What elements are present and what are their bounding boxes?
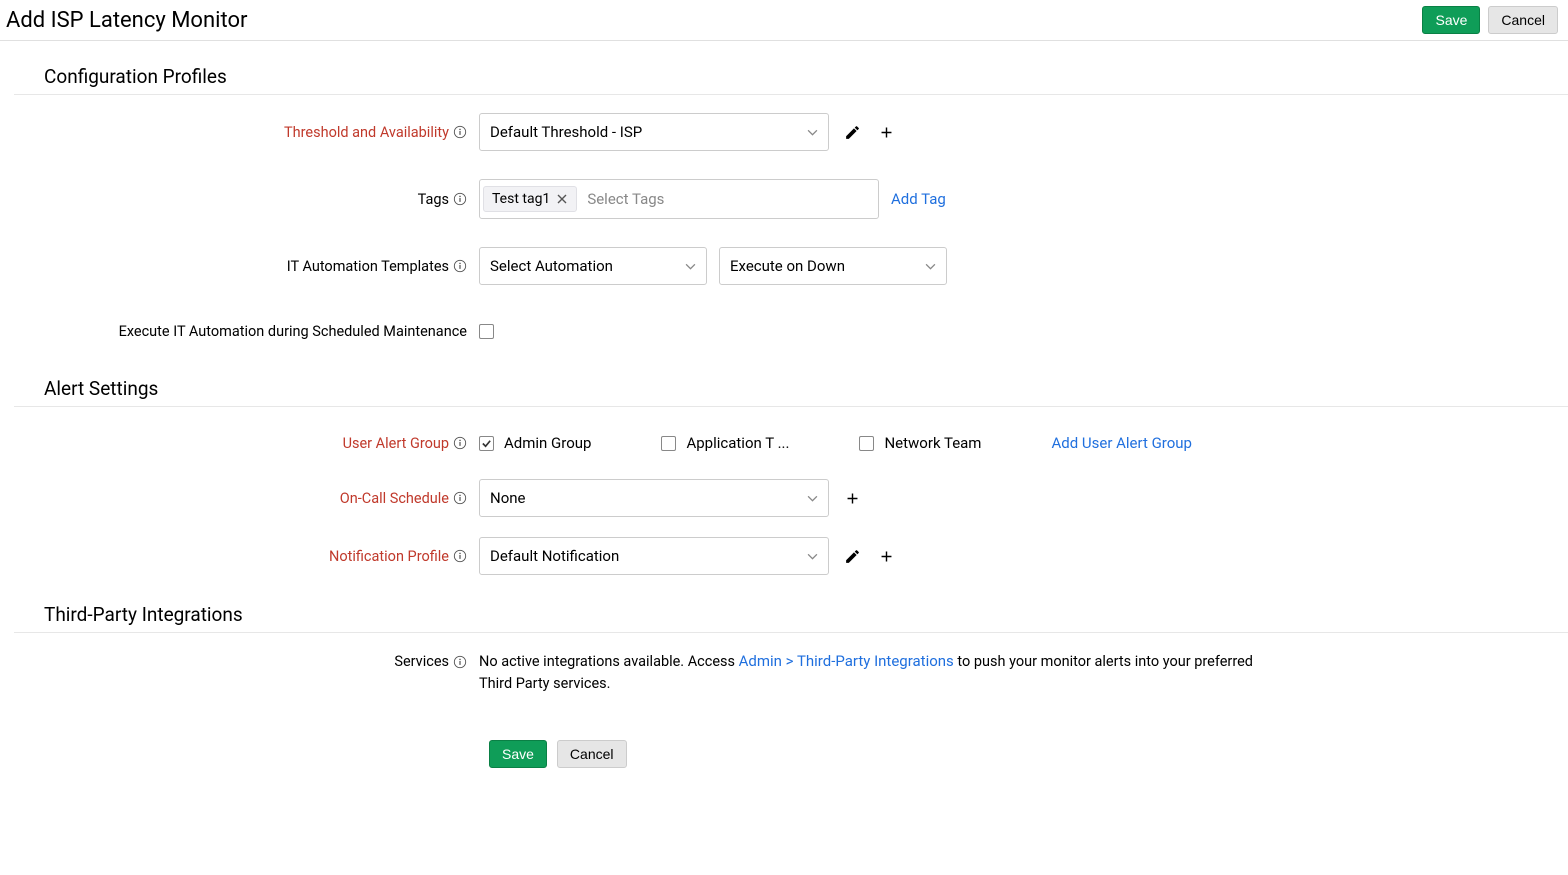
chevron-down-icon [685,261,696,272]
automation-label-text: IT Automation Templates [287,258,449,275]
oncall-select[interactable]: None [479,479,829,517]
services-text: No active integrations available. Access… [479,651,1259,694]
group-network: Network Team [859,434,981,452]
group-admin: Admin Group [479,434,591,452]
tags-controls: Test tag1 Select Tags Add Tag [479,179,1562,219]
exec-maintenance-label: Execute IT Automation during Scheduled M… [44,323,479,340]
header-actions: Save Cancel [1422,6,1558,34]
info-icon[interactable] [453,655,467,669]
chevron-down-icon [925,261,936,272]
chevron-down-icon [807,127,818,138]
network-group-label: Network Team [884,434,981,452]
info-icon[interactable] [453,436,467,450]
edit-threshold-button[interactable] [841,121,863,143]
edit-notification-profile-button[interactable] [841,545,863,567]
oncall-controls: None [479,479,1562,517]
oncall-label: On-Call Schedule [44,490,479,507]
services-label-text: Services [394,653,449,670]
info-icon[interactable] [453,549,467,563]
row-user-alert-group: User Alert Group Admin Group Application… [44,425,1562,461]
notification-profile-label: Notification Profile [44,548,479,565]
application-group-label: Application T ... [686,434,789,452]
row-services: Services No active integrations availabl… [44,651,1562,694]
section-alert-settings: Alert Settings [44,377,1562,400]
threshold-select[interactable]: Default Threshold - ISP [479,113,829,151]
chevron-down-icon [807,551,818,562]
row-tags: Tags Test tag1 Select Tags Add Tag [44,179,1562,219]
row-threshold: Threshold and Availability Default Thres… [44,113,1562,151]
user-alert-group-label-text: User Alert Group [343,435,449,452]
threshold-select-value: Default Threshold - ISP [490,123,642,141]
tags-placeholder: Select Tags [581,190,664,208]
chevron-down-icon [807,493,818,504]
tags-label: Tags [44,191,479,208]
user-alert-group-label: User Alert Group [44,435,479,452]
automation-trigger-value: Execute on Down [730,257,845,275]
row-automation: IT Automation Templates Select Automatio… [44,247,1562,285]
divider [14,632,1568,633]
tag-chip: Test tag1 [483,186,577,212]
admin-group-label: Admin Group [504,434,591,452]
notification-profile-select[interactable]: Default Notification [479,537,829,575]
application-group-checkbox[interactable] [661,436,676,451]
automation-label: IT Automation Templates [44,258,479,275]
threshold-label-text: Threshold and Availability [284,124,449,141]
automation-select-value: Select Automation [490,257,613,275]
section-third-party: Third-Party Integrations [44,603,1562,626]
info-icon[interactable] [453,125,467,139]
info-icon[interactable] [453,259,467,273]
cancel-button[interactable]: Cancel [1488,6,1558,34]
row-oncall: On-Call Schedule None [44,479,1562,517]
add-oncall-button[interactable] [841,487,863,509]
content-area: Configuration Profiles Threshold and Ava… [0,65,1568,788]
notification-profile-controls: Default Notification [479,537,1562,575]
tags-input[interactable]: Test tag1 Select Tags [479,179,879,219]
notification-profile-value: Default Notification [490,547,619,565]
admin-group-checkbox[interactable] [479,436,494,451]
threshold-controls: Default Threshold - ISP [479,113,1562,151]
divider [14,94,1568,95]
info-icon[interactable] [453,192,467,206]
row-notification-profile: Notification Profile Default Notificatio… [44,537,1562,575]
page-header: Add ISP Latency Monitor Save Cancel [0,0,1568,41]
automation-trigger-select[interactable]: Execute on Down [719,247,947,285]
oncall-select-value: None [490,489,526,507]
footer-save-button[interactable]: Save [489,740,547,768]
exec-maintenance-label-text: Execute IT Automation during Scheduled M… [119,323,467,340]
add-notification-profile-button[interactable] [875,545,897,567]
footer-actions: Save Cancel [489,740,1562,768]
user-alert-group-controls: Admin Group Application T ... Network Te… [479,434,1562,452]
tags-label-text: Tags [418,191,449,208]
divider [14,406,1568,407]
exec-maintenance-checkbox[interactable] [479,324,494,339]
page-title: Add ISP Latency Monitor [6,8,247,33]
notification-profile-label-text: Notification Profile [329,548,449,565]
services-text-pre: No active integrations available. Access [479,653,739,670]
exec-maintenance-controls [479,324,1562,339]
automation-controls: Select Automation Execute on Down [479,247,1562,285]
add-user-alert-group-link[interactable]: Add User Alert Group [1051,434,1192,452]
tag-chip-label: Test tag1 [492,191,550,207]
info-icon[interactable] [453,491,467,505]
add-tag-link[interactable]: Add Tag [891,190,946,208]
row-exec-maintenance: Execute IT Automation during Scheduled M… [44,313,1562,349]
admin-integrations-link[interactable]: Admin > Third-Party Integrations [739,652,954,670]
add-threshold-button[interactable] [875,121,897,143]
threshold-label: Threshold and Availability [44,124,479,141]
section-configuration-profiles: Configuration Profiles [44,65,1562,88]
automation-select[interactable]: Select Automation [479,247,707,285]
services-controls: No active integrations available. Access… [479,651,1562,694]
oncall-label-text: On-Call Schedule [340,490,449,507]
footer-cancel-button[interactable]: Cancel [557,740,627,768]
network-group-checkbox[interactable] [859,436,874,451]
services-label: Services [44,651,479,670]
remove-tag-button[interactable] [556,193,568,205]
group-application: Application T ... [661,434,789,452]
save-button[interactable]: Save [1422,6,1480,34]
